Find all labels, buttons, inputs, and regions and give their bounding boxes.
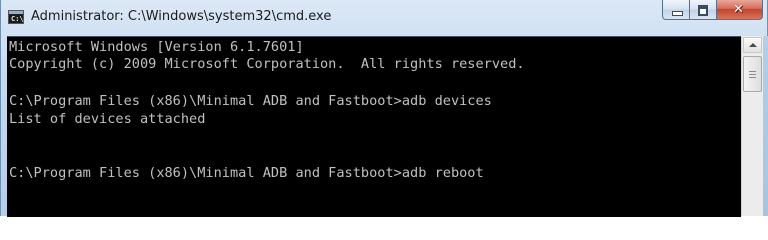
grip-line (749, 74, 756, 75)
grip-line (749, 71, 756, 72)
scroll-up-arrow-icon[interactable] (743, 37, 762, 53)
grip-line (749, 77, 756, 78)
console-line: Copyright (c) 2009 Microsoft Corporation… (9, 56, 525, 72)
maximize-icon (698, 5, 708, 16)
cmd-window: C:\ Administrator: C:\Windows\system32\c… (0, 0, 768, 217)
cmd-icon-text: C:\ (11, 15, 24, 23)
minimize-icon (672, 11, 683, 16)
scroll-thumb[interactable] (743, 56, 762, 92)
window-frame-right[interactable] (763, 36, 768, 216)
console-line: List of devices attached (9, 111, 206, 127)
cmd-icon[interactable]: C:\ (8, 10, 24, 24)
close-icon: ✕ (733, 2, 744, 17)
caption-buttons: ✕ (662, 0, 763, 22)
vertical-scrollbar[interactable] (741, 36, 763, 216)
window-title: Administrator: C:\Windows\system32\cmd.e… (31, 9, 332, 24)
title-bar[interactable]: C:\ Administrator: C:\Windows\system32\c… (1, 0, 768, 36)
console-line: C:\Program Files (x86)\Minimal ADB and F… (9, 93, 492, 109)
minimize-button[interactable] (662, 0, 690, 20)
maximize-button[interactable] (690, 0, 717, 20)
close-button[interactable]: ✕ (717, 0, 763, 20)
console-output[interactable]: Microsoft Windows [Version 6.1.7601] Cop… (7, 36, 741, 217)
console-line: C:\Program Files (x86)\Minimal ADB and F… (9, 165, 484, 181)
console-line: Microsoft Windows [Version 6.1.7601] (9, 39, 304, 55)
